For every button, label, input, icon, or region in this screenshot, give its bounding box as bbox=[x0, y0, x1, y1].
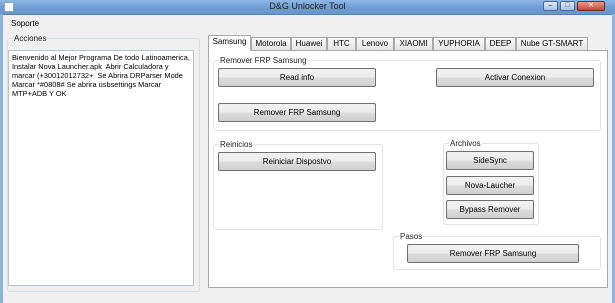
nova-laucher-button[interactable]: Nova-Laucher bbox=[446, 176, 534, 195]
acciones-textbox[interactable]: Bienvenido al Mejor Programa De todo Lat… bbox=[8, 50, 194, 286]
tab-motorola[interactable]: Motorola bbox=[251, 37, 291, 50]
pasos-remover-frp-samsung-button[interactable]: Remover FRP Samsung bbox=[407, 244, 579, 263]
remover-frp-samsung-button[interactable]: Remover FRP Samsung bbox=[218, 103, 376, 122]
tab-htc[interactable]: HTC bbox=[327, 37, 356, 50]
archivos-legend: Archivos bbox=[450, 139, 481, 148]
activar-conexion-button[interactable]: Activar Conexion bbox=[436, 68, 594, 87]
menu-bar: Soporte bbox=[3, 15, 612, 31]
pasos-legend: Pasos bbox=[400, 232, 423, 241]
tab-deep[interactable]: DEEP bbox=[485, 37, 516, 50]
bypass-remover-button[interactable]: Bypass Remover bbox=[446, 200, 534, 219]
tab-nube-gt-smart[interactable]: Nube GT-SMART bbox=[516, 37, 588, 50]
tab-huawei[interactable]: Huawei bbox=[291, 37, 327, 50]
tab-lenovo[interactable]: Lenovo bbox=[356, 37, 394, 50]
title-bar: D&G Unlocker Tool – □ ✕ bbox=[0, 0, 615, 15]
window-frame-left bbox=[0, 14, 3, 303]
tab-xiaomi[interactable]: XIAOMI bbox=[394, 37, 433, 50]
remover-frp-legend: Remover FRP Samsung bbox=[220, 56, 307, 65]
tab-yuphoria[interactable]: YUPHORIA bbox=[433, 37, 485, 50]
sidesync-button[interactable]: SideSync bbox=[446, 151, 534, 170]
tab-samsung[interactable]: Samsung bbox=[208, 35, 251, 51]
reiniciar-dispositivo-button[interactable]: Reiniciar Dispostvo bbox=[218, 152, 376, 171]
read-info-button[interactable]: Read info bbox=[218, 68, 376, 87]
acciones-legend: Acciones bbox=[14, 34, 47, 43]
maximize-button[interactable]: □ bbox=[560, 1, 575, 11]
minimize-button[interactable]: – bbox=[543, 1, 558, 11]
window-title: D&G Unlocker Tool bbox=[269, 1, 346, 11]
menu-soporte[interactable]: Soporte bbox=[11, 19, 39, 28]
close-button[interactable]: ✕ bbox=[577, 1, 605, 11]
reinicios-legend: Reinicios bbox=[220, 140, 253, 149]
